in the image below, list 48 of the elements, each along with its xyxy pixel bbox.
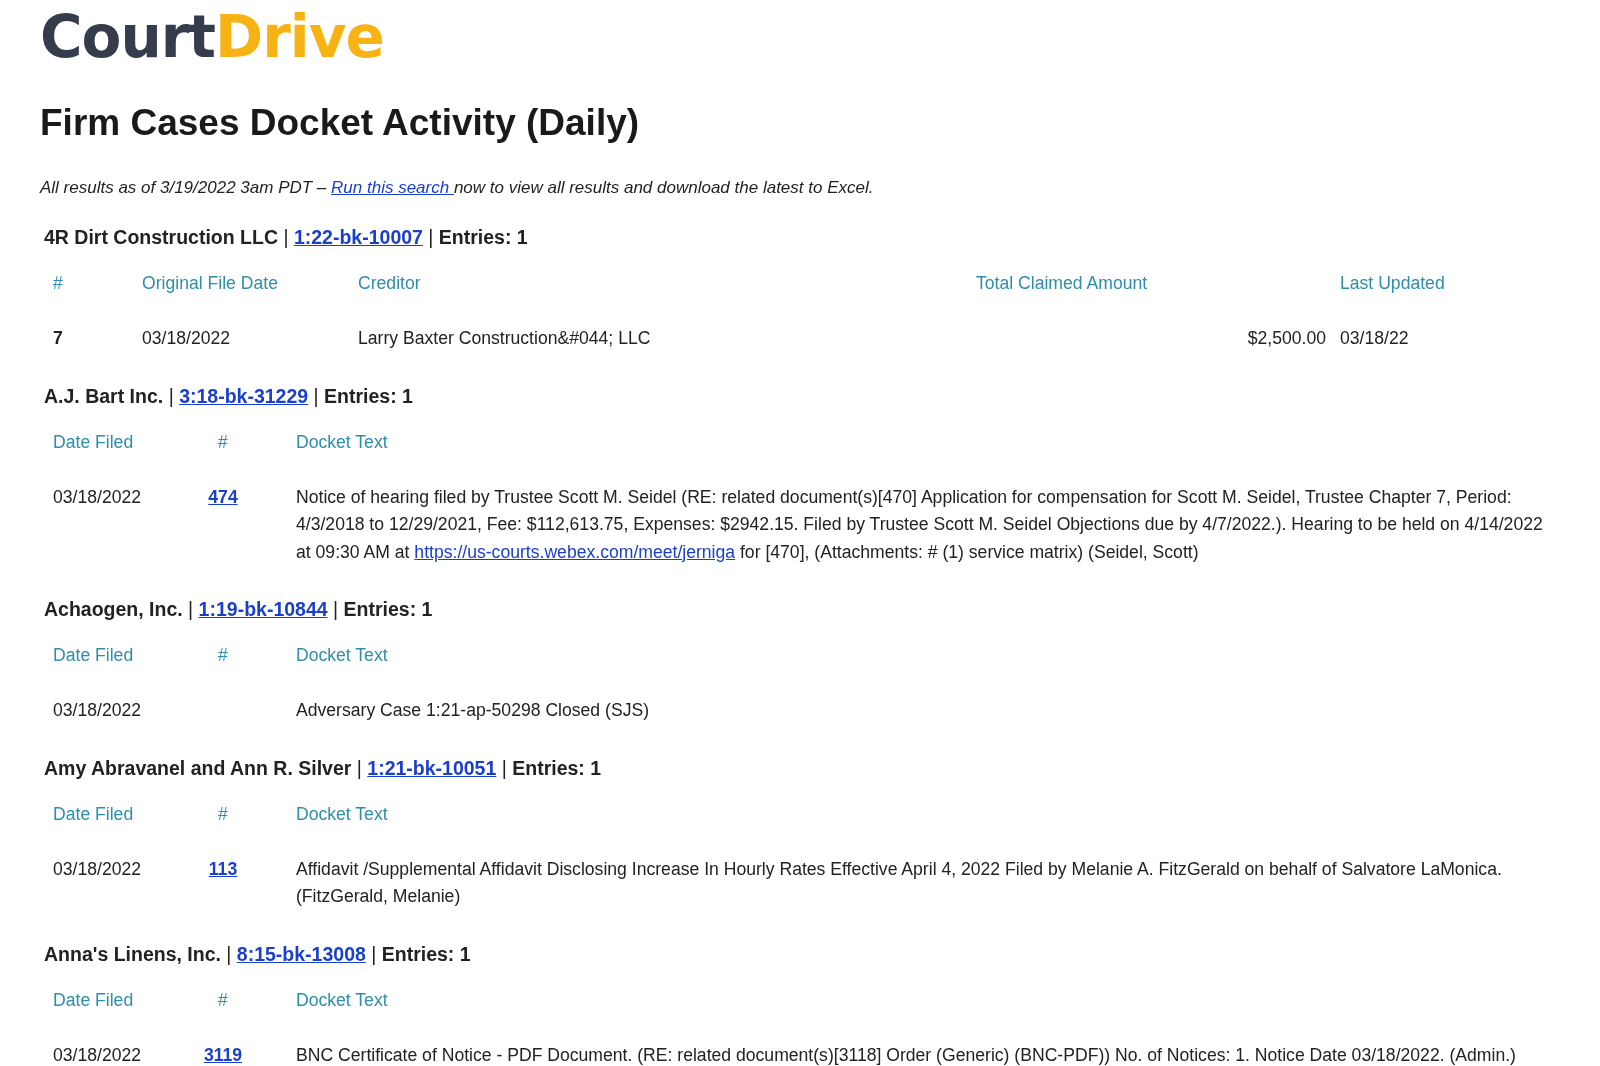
case-number-link[interactable]: 1:19-bk-10844 xyxy=(198,598,328,620)
run-search-link[interactable]: Run this search xyxy=(331,178,454,197)
case-number-link[interactable]: 1:22-bk-10007 xyxy=(293,226,423,248)
entry-number-link[interactable]: 3119 xyxy=(203,1044,243,1065)
column-header: Date Filed xyxy=(53,989,135,1010)
logo: CourtDrive xyxy=(40,2,384,66)
column-header: Date Filed xyxy=(53,645,135,665)
case-number-link[interactable]: 8:15-bk-13008 xyxy=(236,942,366,965)
column-header: Total Claimed Amount xyxy=(976,273,1149,293)
entry-number-link[interactable]: 113 xyxy=(208,858,238,879)
column-header: Docket Text xyxy=(295,989,389,1010)
table-cell-text: $2,500.00 xyxy=(1246,327,1327,350)
docket-text: BNC Certificate of Notice - PDF Document. (RE: related document(s)[3118] Order (Generic) (BNC-PDF)) No. of Notices: 1. Notice Date 03/18/2022. (Admin.) xyxy=(295,1043,1517,1066)
column-header: Docket Text xyxy=(295,803,389,824)
docket-text: Adversary Case 1:21-ap-50298 Closed (SJS) xyxy=(295,699,651,722)
column-header: Docket Text xyxy=(295,431,389,452)
column-header: Date Filed xyxy=(53,431,135,452)
table-cell-text: 03/18/2022 xyxy=(53,485,143,509)
case-heading: A.J. Bart Inc. | 3:18-bk-31229 | Entries: 1 xyxy=(43,384,414,408)
case-number-link[interactable]: 3:18-bk-31229 xyxy=(179,384,309,407)
case-heading: Amy Abravanel and Ann R. Silver | 1:21-bk-10051 | Entries: 1 xyxy=(43,756,603,780)
table-cell-text: 03/18/2022 xyxy=(53,857,143,881)
column-header: # xyxy=(217,989,229,1010)
case-number-link[interactable]: 1:21-bk-10051 xyxy=(367,756,497,779)
column-header: # xyxy=(53,273,64,293)
column-header: Date Filed xyxy=(53,803,135,824)
page-title: Firm Cases Docket Activity (Daily) xyxy=(40,102,641,144)
column-header: Original File Date xyxy=(142,273,279,293)
url-link[interactable]: https://us-courts.webex.com/meet/jerniga xyxy=(414,541,736,562)
column-header: Creditor xyxy=(358,273,422,293)
table-cell-text: 03/18/2022 xyxy=(53,1043,143,1066)
table-cell-text: 03/18/2022 xyxy=(142,327,232,350)
column-header: Docket Text xyxy=(295,645,389,665)
case-heading: Achaogen, Inc. | 1:19-bk-10844 | Entries: 1 xyxy=(43,598,434,621)
column-header: Last Updated xyxy=(1340,273,1446,293)
table-cell-text: 03/18/2022 xyxy=(53,699,143,722)
docket-text: Affidavit /Supplemental Affidavit Disclosing Increase In Hourly Rates Effective April 4, 2022 Filed by Melanie A. FitzGerald on behalf of Salvatore LaMonica. (FitzGerald, Melanie) xyxy=(295,857,1503,908)
docket-text: Notice of hearing filed by Trustee Scott M. Seidel (RE: related document(s)[470] Application for compensation for Scott M. Seidel, Trustee Chapter 7, Period: 4/3/2018 to 12/29/2021, Fee: $112,613.75, Expenses: $2942.15. Filed by Trustee Scott M. Seidel Objections due by 4/7/2022.). Hearing to be held on 4/14/2022 at 09:30 AM at https://us-courts.webex.com/meet/jerniga for [470], (Attachments: # (1) service matrix) (Seidel, Scott) xyxy=(295,485,1544,564)
column-header: # xyxy=(217,803,229,824)
table-cell-text: 7 xyxy=(53,327,64,350)
table-cell-text: Larry Baxter Construction&#044; LLC xyxy=(358,327,652,350)
case-heading: Anna's Linens, Inc. | 8:15-bk-13008 | Entries: 1 xyxy=(43,942,472,966)
entry-number-link[interactable]: 474 xyxy=(208,486,238,507)
column-header: # xyxy=(217,645,229,665)
table-cell-text: 03/18/22 xyxy=(1340,327,1410,350)
intro-text: All results as of 3/19/2022 3am PDT – Run this search now to view all results and download the latest to Excel. xyxy=(40,178,875,198)
case-heading: 4R Dirt Construction LLC | 1:22-bk-10007 | Entries: 1 xyxy=(43,226,529,249)
column-header: # xyxy=(217,431,229,452)
